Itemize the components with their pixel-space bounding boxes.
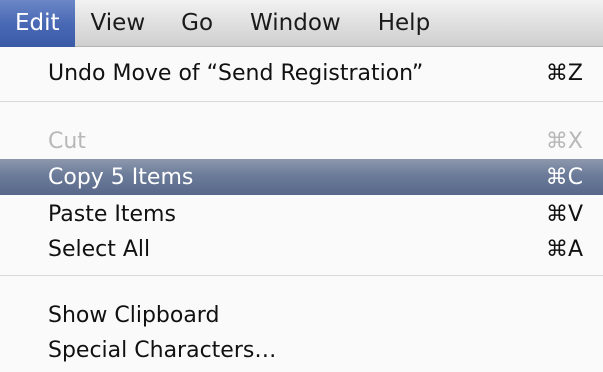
shortcut-select-all: ⌘A [545,236,583,262]
menu-item-label: Cut [48,128,86,154]
menu-go[interactable]: Go [181,0,213,47]
menu-item-label: Paste Items [48,201,176,227]
menu-view[interactable]: View [91,0,146,47]
menu-item-label: Select All [48,236,151,262]
menu-separator [0,101,603,102]
shortcut-cut: ⌘X [545,128,583,154]
menu-item-copy[interactable]: Copy 5 Items ⌘C [0,159,603,195]
menu-bar: Edit View Go Window Help [0,0,603,47]
menu-item-label: Undo Move of “Send Registration” [48,60,424,86]
menu-window[interactable]: Window [250,0,341,47]
menu-help[interactable]: Help [378,0,430,47]
shortcut-paste: ⌘V [545,201,583,227]
edit-menu-dropdown: Undo Move of “Send Registration” ⌘Z Cut … [0,47,603,372]
shortcut-undo: ⌘Z [545,60,583,86]
menu-item-label: Special Characters… [48,337,277,363]
menu-item-select-all[interactable]: Select All ⌘A [0,231,603,267]
menu-separator [0,275,603,276]
menu-item-show-clipboard[interactable]: Show Clipboard [0,297,603,333]
menu-item-label: Show Clipboard [48,302,220,328]
menu-edit[interactable]: Edit [0,0,75,47]
screen: Edit View Go Window Help Undo Move of “S… [0,0,603,372]
shortcut-copy: ⌘C [545,164,583,190]
menu-item-label: Copy 5 Items [48,164,194,190]
menu-item-cut[interactable]: Cut ⌘X [0,123,603,159]
menu-item-special-characters[interactable]: Special Characters… [0,332,603,368]
menu-item-paste[interactable]: Paste Items ⌘V [0,196,603,232]
menu-item-undo[interactable]: Undo Move of “Send Registration” ⌘Z [0,55,603,91]
